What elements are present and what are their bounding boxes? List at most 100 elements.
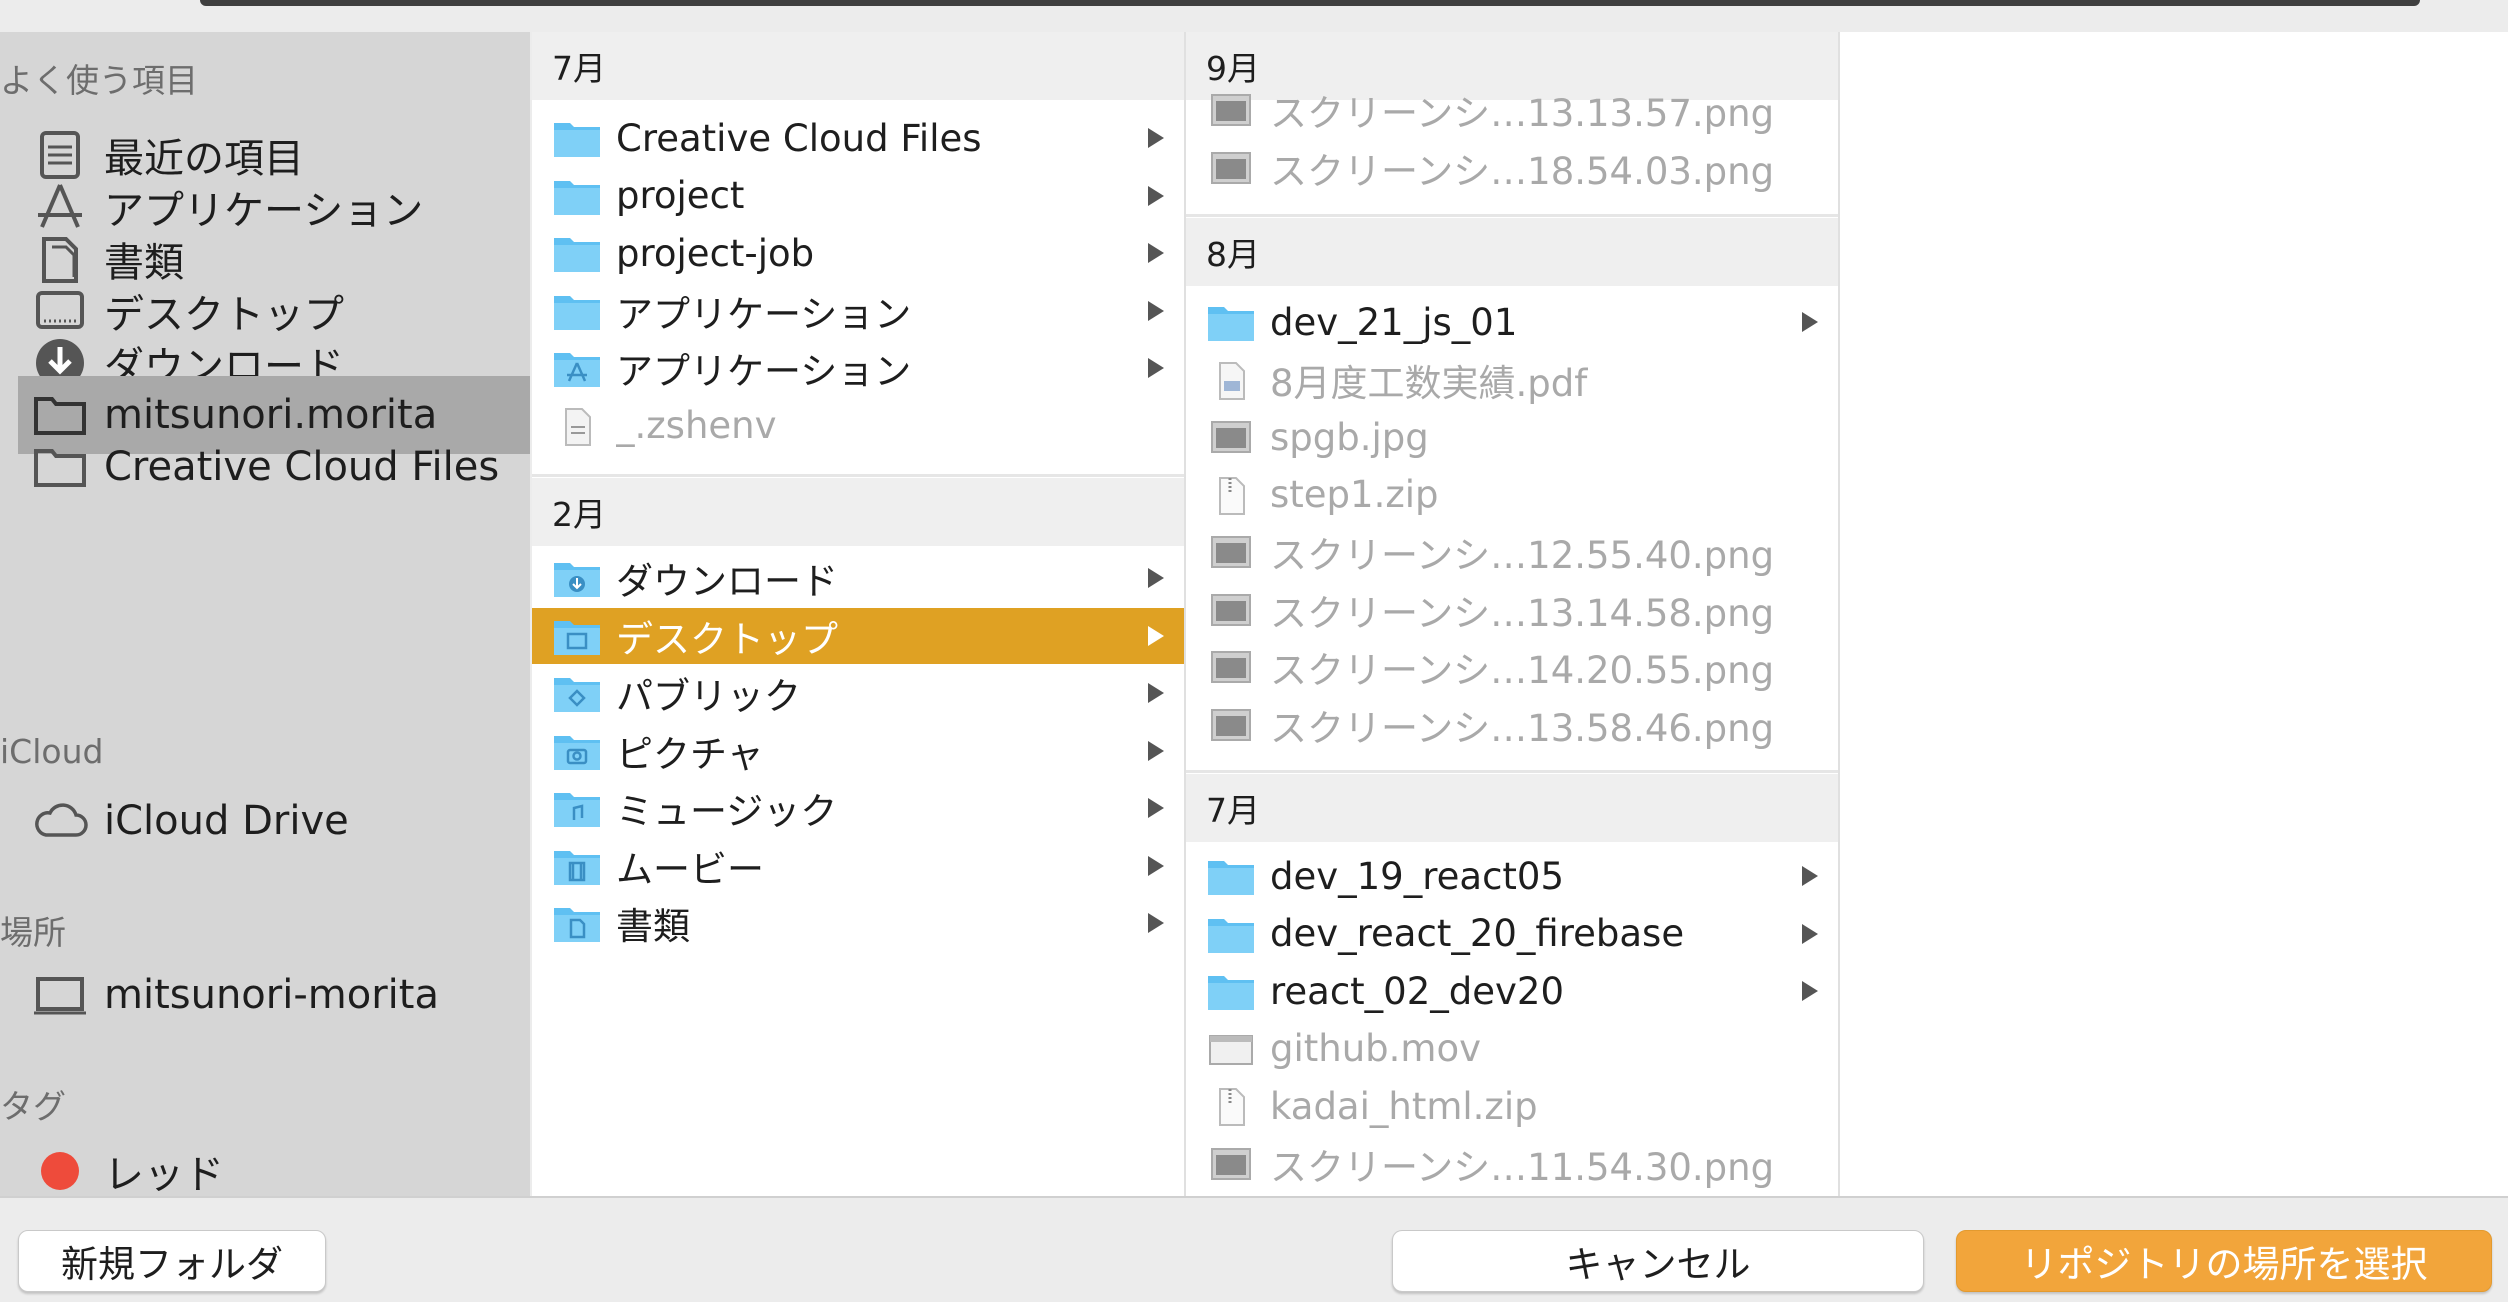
item-label: アプリケーション (616, 350, 912, 393)
folder-icon (552, 175, 602, 217)
item-label: スクリーンシ…18.54.03.png (1270, 149, 1775, 193)
group-header: 7月 (532, 32, 1184, 100)
file-row[interactable]: スクリーンシ…13.14.58.png (1186, 582, 1838, 638)
item-label: project (616, 174, 745, 217)
folder-row[interactable]: ムービー (532, 838, 1184, 894)
sidebar-item-computer[interactable]: mitsunori-morita (18, 956, 530, 1034)
item-label: kadai_html.zip (1270, 1084, 1538, 1128)
file-row[interactable]: スクリーンシ…11.54.30.png (1186, 1136, 1838, 1192)
folder-row[interactable]: ピクチャ (532, 723, 1184, 779)
file-row[interactable]: spgb.jpg (1186, 409, 1838, 465)
sidebar-item-icloud-drive[interactable]: iCloud Drive (18, 782, 530, 860)
file-row[interactable]: step1.zip (1186, 467, 1838, 523)
folder-row[interactable]: Creative Cloud Files (532, 110, 1184, 166)
folder-row[interactable]: dev_19_react05 (1186, 848, 1838, 904)
cancel-button[interactable]: キャンセル (1392, 1230, 1924, 1292)
file-row[interactable]: スクリーンシ…18.54.03.png (1186, 140, 1838, 196)
group-header: 8月 (1186, 218, 1838, 286)
sidebar-item-label: iCloud Drive (104, 798, 349, 844)
image-icon (1206, 531, 1256, 573)
item-label: パブリック (616, 675, 801, 718)
folder-row[interactable]: 書類 (532, 895, 1184, 951)
folder-public-icon (552, 672, 602, 714)
group-divider (1186, 214, 1838, 217)
zip-icon (1206, 474, 1256, 516)
disclosure-arrow-icon (1148, 683, 1164, 703)
image-icon (1206, 589, 1256, 631)
folder-icon (1206, 855, 1256, 897)
folder-downloads-icon (552, 557, 602, 599)
column-preview-empty (1840, 32, 2508, 1196)
image-icon (1206, 646, 1256, 688)
group-divider (532, 474, 1184, 477)
item-label: dev_21_js_01 (1270, 300, 1518, 344)
item-label: react_02_dev20 (1270, 969, 1564, 1013)
sidebar-section-tags: タグ (0, 1087, 66, 1126)
disclosure-arrow-icon (1802, 312, 1818, 332)
item-label: デスクトップ (616, 617, 838, 661)
group-divider (1186, 770, 1838, 773)
item-label: スクリーンシ…13.58.46.png (1270, 706, 1775, 750)
folder-row[interactable]: ダウンロード (532, 550, 1184, 606)
folder-row[interactable]: react_02_dev20 (1186, 963, 1838, 1019)
folder-row[interactable]: project (532, 168, 1184, 224)
file-row[interactable]: スクリーンシ…14.20.55.png (1186, 639, 1838, 695)
disclosure-arrow-icon (1148, 185, 1164, 206)
disclosure-arrow-icon (1148, 625, 1164, 646)
computer-icon (28, 963, 92, 1027)
item-label: github.mov (1270, 1027, 1481, 1070)
folder-icon (552, 290, 602, 332)
item-label: スクリーンシ…13.14.58.png (1270, 591, 1775, 635)
folder-row[interactable]: dev_21_js_01 (1186, 294, 1838, 350)
file-row[interactable]: _.zshenv (532, 398, 1184, 454)
item-label: 8月度工数実績.pdf (1270, 361, 1588, 405)
item-label: ミュージック (616, 790, 838, 833)
folder-row[interactable]: アプリケーション (532, 340, 1184, 396)
file-row[interactable]: kadai_html.zip (1186, 1078, 1838, 1134)
folder-row[interactable]: アプリケーション (532, 283, 1184, 339)
folder-row[interactable]: project-job (532, 225, 1184, 281)
column-home: 7月 Creative Cloud Files project project-job… (532, 32, 1186, 1196)
bottom-bar: 新規フォルダ キャンセル リポジトリの場所を選択 (0, 1196, 2508, 1302)
file-row[interactable]: スクリーンシ…12.55.40.png (1186, 524, 1838, 580)
sidebar: よく使う項目 iCloud 場所 タグ 最近の項目 アプリケーション 書類 デスクトッ… (0, 32, 530, 1196)
file-row[interactable]: スクリーンシ…13.58.46.png (1186, 697, 1838, 753)
zip-icon (1206, 1085, 1256, 1127)
folder-row[interactable]: パブリック (532, 665, 1184, 721)
item-label: 書類 (616, 905, 690, 948)
select-repository-location-button[interactable]: リポジトリの場所を選択 (1956, 1230, 2492, 1292)
sidebar-item-label: Creative Cloud Files (104, 444, 500, 490)
disclosure-arrow-icon (1148, 740, 1164, 761)
folder-icon (1206, 970, 1256, 1012)
file-row[interactable]: スクリーンシ…13.13.57.png (1186, 82, 1838, 138)
folder-pictures-icon (552, 730, 602, 772)
sidebar-item-tag-red[interactable]: レッド (18, 1132, 530, 1196)
file-row[interactable]: github.mov (1186, 1021, 1838, 1077)
item-label: dev_react_20_firebase (1270, 912, 1685, 955)
new-folder-button[interactable]: 新規フォルダ (18, 1230, 326, 1292)
disclosure-arrow-icon (1148, 913, 1164, 933)
folder-music-icon (552, 787, 602, 829)
sidebar-section-favorites: よく使う項目 (0, 61, 198, 100)
folder-row[interactable]: ミュージック (532, 780, 1184, 836)
item-label: スクリーンシ…14.20.55.png (1270, 649, 1775, 692)
disclosure-arrow-icon (1802, 866, 1818, 886)
image-icon (1206, 416, 1256, 458)
folder-desktop-icon (552, 615, 602, 657)
disclosure-arrow-icon (1148, 300, 1164, 321)
file-row[interactable]: 8月度工数実績.pdf (1186, 352, 1838, 408)
folder-row[interactable]: dev_react_20_firebase (1186, 906, 1838, 962)
folder-icon (1206, 301, 1256, 343)
folder-row[interactable]: デスクトップ (532, 607, 1184, 664)
folder-icon (28, 435, 92, 499)
folder-apps-icon (552, 347, 602, 389)
folder-icon (1206, 913, 1256, 955)
disclosure-arrow-icon (1148, 798, 1164, 818)
file-icon (552, 405, 602, 447)
sidebar-item-label: レッド (104, 1152, 224, 1196)
item-label: ダウンロード (616, 560, 838, 603)
sidebar-section-locations: 場所 (0, 913, 66, 952)
sidebar-item-6[interactable]: Creative Cloud Files (18, 428, 530, 506)
disclosure-arrow-icon (1802, 923, 1818, 944)
image-icon (1206, 147, 1256, 189)
